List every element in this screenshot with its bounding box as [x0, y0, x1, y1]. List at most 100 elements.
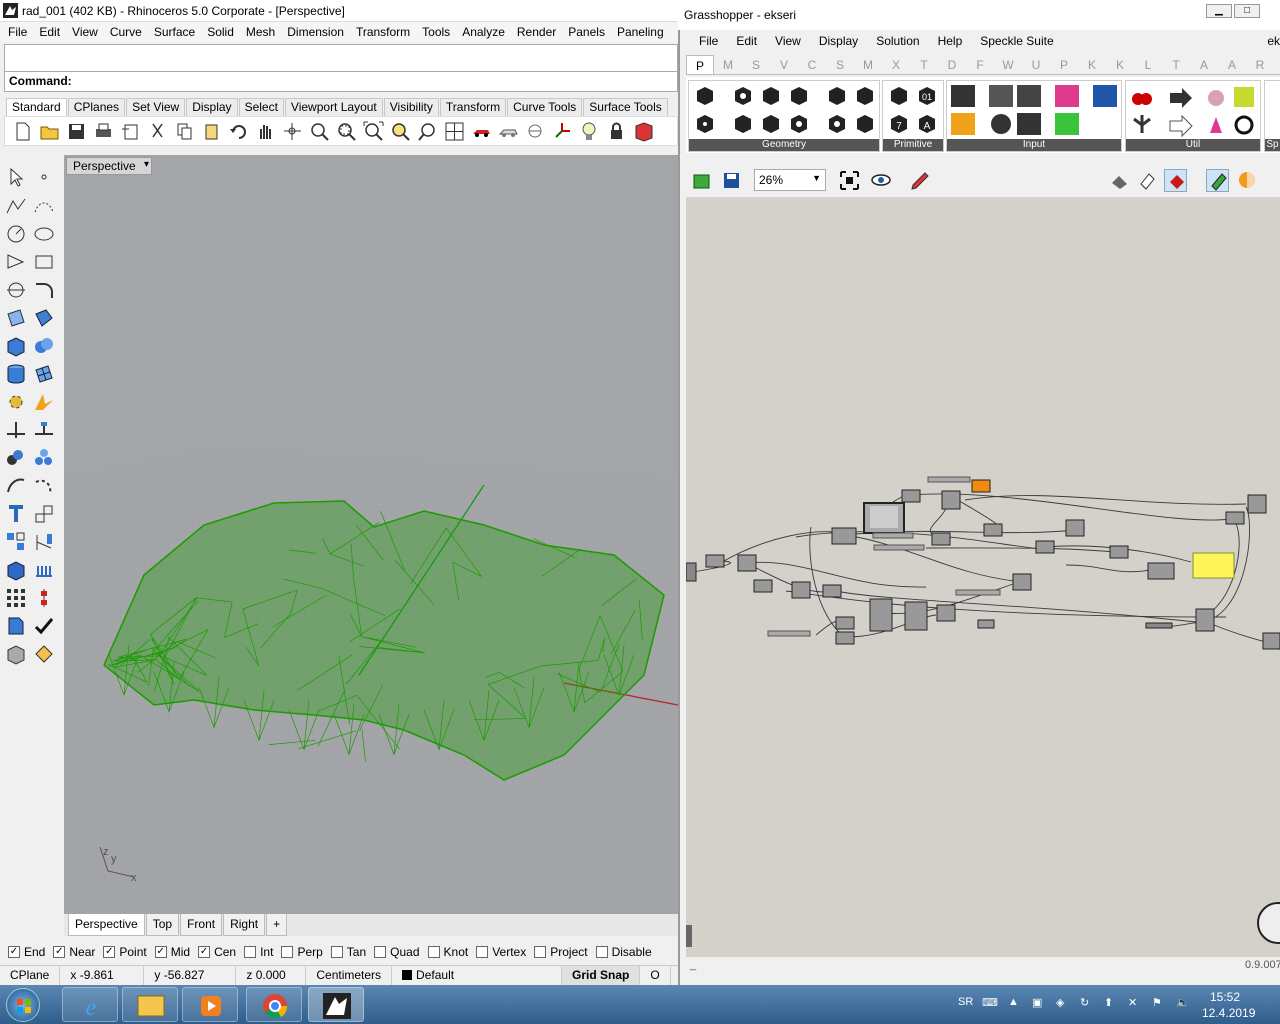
gh-tab[interactable]: K — [1078, 55, 1106, 74]
rectangle-icon[interactable] — [32, 250, 56, 274]
tab-select[interactable]: Select — [238, 98, 284, 116]
grid-snap-icon[interactable] — [32, 558, 56, 582]
tab-set-view[interactable]: Set View — [126, 98, 186, 116]
preview-mesh-icon[interactable] — [1206, 168, 1229, 192]
gh-tab[interactable]: A — [1218, 55, 1246, 74]
perspective-viewport[interactable] — [64, 155, 678, 915]
taskbar-explorer[interactable] — [122, 987, 178, 1022]
tab-standard[interactable]: Standard — [6, 98, 67, 116]
import-icon[interactable] — [119, 120, 142, 143]
osnap-int[interactable]: Int — [244, 945, 273, 959]
gh-tab[interactable]: K — [1106, 55, 1134, 74]
copy-icon[interactable] — [173, 120, 196, 143]
checkbox[interactable]: ✓ — [154, 946, 167, 958]
osnap-near[interactable]: ✓ Near — [53, 945, 95, 959]
tab-display[interactable]: Display — [186, 98, 238, 116]
clock-time[interactable]: 15:52 — [1210, 990, 1240, 1004]
tab-viewport-layout[interactable]: Viewport Layout — [284, 98, 383, 116]
undo-icon[interactable] — [227, 120, 250, 143]
taskbar-ie[interactable]: e — [62, 987, 118, 1022]
ungroup-icon[interactable] — [32, 446, 56, 470]
osnap-disable[interactable]: Disable — [595, 945, 652, 959]
action-center-icon[interactable]: ⚑ — [1152, 996, 1162, 1009]
osnap-end[interactable]: ✓ End — [8, 945, 45, 959]
open-file-icon[interactable] — [690, 169, 713, 192]
taskbar-media[interactable] — [182, 987, 238, 1022]
checkbox[interactable]: ✓ — [8, 946, 20, 958]
split-icon[interactable] — [32, 418, 56, 442]
cut-icon[interactable] — [146, 120, 169, 143]
gh-tab[interactable]: T — [1162, 55, 1190, 74]
checkbox[interactable] — [330, 946, 343, 958]
vptab-front[interactable]: Front — [180, 914, 223, 936]
points-grid-icon[interactable] — [4, 586, 28, 610]
gh-tab[interactable]: S — [826, 55, 854, 74]
keyboard-icon[interactable]: ⌨ — [982, 996, 998, 1009]
taskbar-chrome[interactable] — [246, 987, 302, 1022]
zoom-icon[interactable] — [308, 120, 331, 143]
book-icon[interactable] — [632, 120, 655, 143]
gh-tab[interactable]: U — [1022, 55, 1050, 74]
gh-tab[interactable]: W — [994, 55, 1022, 74]
explode-icon[interactable] — [32, 390, 56, 414]
zoom-selected-icon[interactable] — [389, 120, 412, 143]
taskbar-rhino[interactable] — [308, 987, 364, 1022]
gh-tab[interactable]: L — [1134, 55, 1162, 74]
select-arrow-icon[interactable] — [4, 165, 28, 189]
menu-surface[interactable]: Surface — [148, 25, 201, 39]
checkbox[interactable] — [534, 946, 547, 958]
vptab-right[interactable]: Right — [223, 914, 266, 936]
menu-file[interactable]: File — [2, 25, 33, 39]
osnap-project[interactable]: Project — [534, 945, 588, 959]
osnap-mid[interactable]: ✓ Mid — [154, 945, 190, 959]
grasshopper-canvas[interactable] — [686, 197, 1280, 957]
ellipse-icon[interactable] — [32, 222, 56, 246]
tab-visibility[interactable]: Visibility — [383, 98, 439, 116]
gh-tab[interactable]: D — [938, 55, 966, 74]
open-folder-icon[interactable] — [38, 120, 61, 143]
maximize-button[interactable]: □ — [1234, 4, 1260, 18]
menu-panels[interactable]: Panels — [562, 25, 611, 39]
command-prompt[interactable]: Command: — [4, 72, 678, 92]
move-icon[interactable] — [4, 474, 28, 498]
gh-tab[interactable]: P — [686, 55, 714, 74]
array-icon[interactable] — [4, 530, 28, 554]
gh-menu-view[interactable]: View — [766, 34, 810, 52]
gh-tab[interactable]: A — [1190, 55, 1218, 74]
menu-view[interactable]: View — [66, 25, 104, 39]
checkbox[interactable]: ✓ — [103, 946, 116, 958]
menu-mesh[interactable]: Mesh — [240, 25, 281, 39]
checkbox[interactable] — [595, 946, 608, 958]
network-disconnected-icon[interactable]: ✕ — [1128, 996, 1137, 1009]
new-file-icon[interactable] — [11, 120, 34, 143]
gh-menu-solution[interactable]: Solution — [867, 34, 928, 52]
tab-surface-tools[interactable]: Surface Tools — [583, 98, 668, 116]
paint-bucket-icon[interactable] — [32, 642, 56, 666]
tray-app-icon[interactable]: ▣ — [1032, 996, 1042, 1009]
clock-date[interactable]: 12.4.2019 — [1202, 1006, 1255, 1020]
wireframe-preview-icon[interactable] — [1136, 169, 1159, 192]
pan-hand-icon[interactable] — [254, 120, 277, 143]
paste-icon[interactable] — [200, 120, 223, 143]
menu-render[interactable]: Render — [511, 25, 562, 39]
checkbox[interactable] — [476, 946, 489, 958]
selected-preview-icon[interactable] — [1164, 168, 1187, 192]
vptab-add[interactable]: + — [266, 914, 288, 936]
menu-analyze[interactable]: Analyze — [456, 25, 511, 39]
tab-cplanes[interactable]: CPlanes — [67, 98, 126, 116]
gh-tab[interactable]: C — [798, 55, 826, 74]
gh-menu-edit[interactable]: Edit — [727, 34, 766, 52]
shade-icon[interactable] — [497, 120, 520, 143]
checkbox[interactable] — [281, 946, 294, 958]
menu-transform[interactable]: Transform — [350, 25, 416, 39]
yellow-panel-node[interactable] — [1192, 552, 1235, 579]
four-viewports-icon[interactable] — [443, 120, 466, 143]
status-cplane[interactable]: CPlane — [0, 965, 61, 986]
language-indicator[interactable]: SR — [958, 996, 973, 1008]
menu-paneling[interactable]: Paneling — [611, 25, 670, 39]
osnap-cen[interactable]: ✓ Cen — [198, 945, 236, 959]
osnap-point[interactable]: ✓ Point — [103, 945, 147, 959]
gh-tab[interactable]: T — [910, 55, 938, 74]
menu-dimension[interactable]: Dimension — [281, 25, 350, 39]
scale-icon[interactable] — [32, 502, 56, 526]
